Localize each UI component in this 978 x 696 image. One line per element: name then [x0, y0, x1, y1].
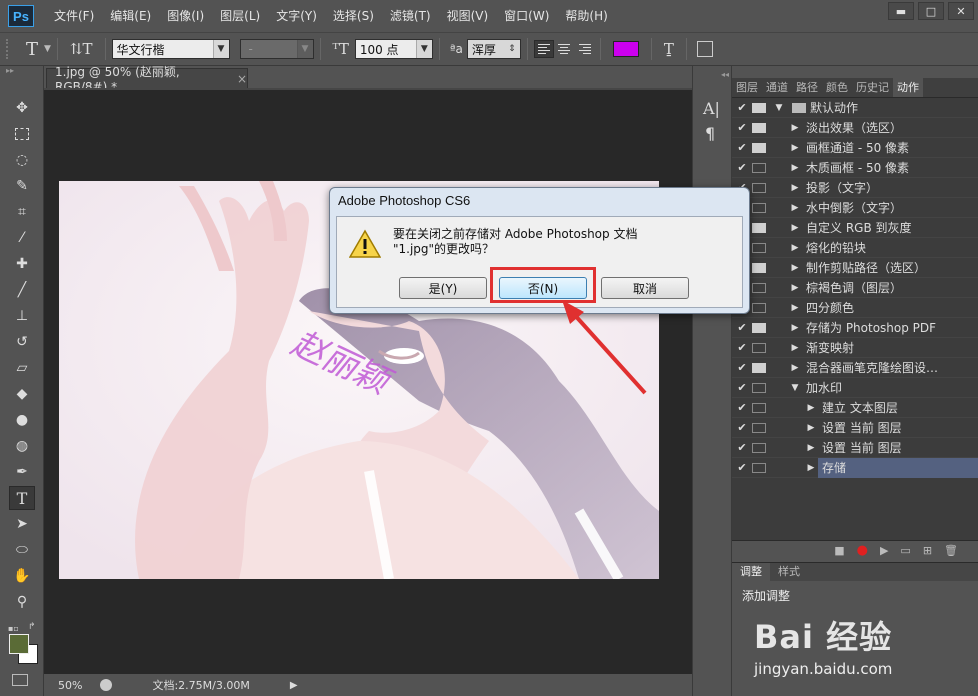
annotation-arrow: [562, 300, 647, 395]
